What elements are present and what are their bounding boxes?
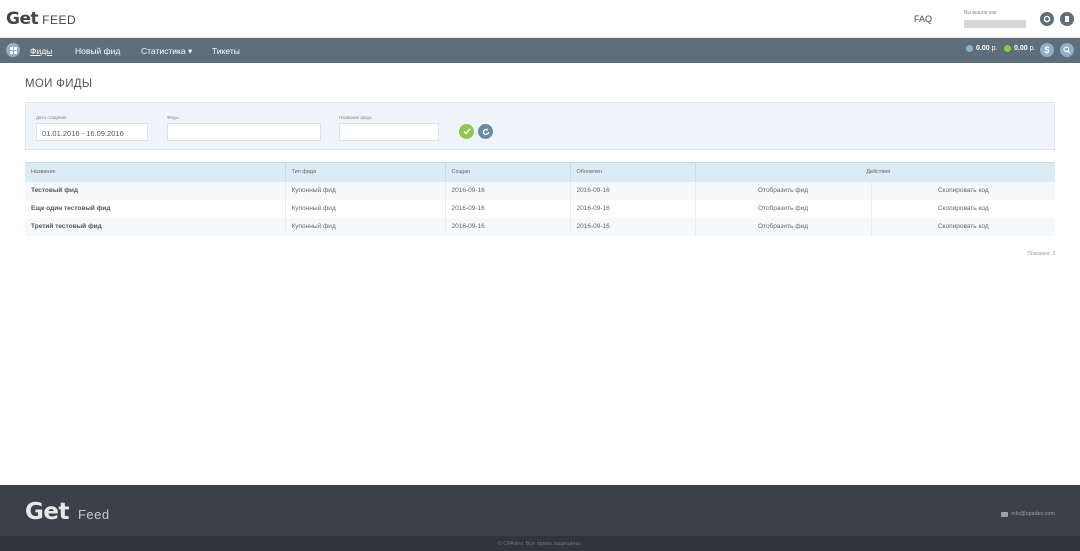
feed-updated: 2016-09-16 — [570, 217, 696, 236]
nav-item-statistics[interactable]: Статистика ▾ — [141, 46, 192, 57]
feed-type: Купонный фид — [285, 199, 446, 218]
feed-type: Купонный фид — [285, 217, 446, 236]
logo-feed-text: FEED — [42, 13, 77, 27]
refresh-icon — [482, 127, 489, 135]
coin-icon — [966, 45, 973, 52]
feeds-table: Название Тип фида Создан Обновлен Действ… — [25, 162, 1055, 236]
reset-filter-button[interactable] — [478, 124, 493, 139]
footer-email[interactable]: info@cpadev.com — [1001, 511, 1055, 517]
show-feed-link[interactable]: Отобразить фид — [758, 205, 808, 212]
apply-filter-button[interactable] — [459, 124, 474, 139]
feeds-filter: Фиды — [167, 115, 321, 141]
faq-link[interactable]: FAQ — [914, 14, 932, 24]
balance-blue: 0.00 р. — [966, 45, 997, 52]
show-feed-cell: Отобразить фид — [695, 217, 872, 236]
feed-name: Третий тестовый фид — [25, 217, 286, 236]
show-feed-cell: Отобразить фид — [695, 181, 872, 200]
page-title: МОИ ФИДЫ — [25, 78, 93, 90]
copy-code-cell: Скопировать код — [871, 217, 1055, 236]
table-header-row: Название Тип фида Создан Обновлен Действ… — [25, 162, 1055, 182]
balance-value: 0.00 — [976, 45, 990, 52]
gear-icon — [1043, 15, 1051, 23]
feed-name-input[interactable] — [339, 123, 439, 141]
settings-button[interactable] — [1040, 12, 1054, 26]
copy-code-cell: Скопировать код — [871, 200, 1055, 218]
user-box[interactable]: Вы вошли как — [964, 10, 1028, 28]
dollar-icon: $ — [1044, 45, 1050, 55]
table-row: Тестовый фид Купонный фид 2016-09-16 201… — [25, 181, 1055, 200]
footer: Get Feed info@cpadev.com — [0, 485, 1080, 536]
balance-green: 0.00 р. — [1004, 45, 1035, 52]
check-icon — [462, 128, 471, 135]
filter-panel: Дата создания 01.01.2016 - 16.09.2016 Фи… — [25, 102, 1055, 150]
name-filter-label: Название фида — [339, 115, 372, 120]
mail-icon — [1001, 511, 1009, 517]
door-icon — [1065, 16, 1069, 22]
col-updated[interactable]: Обновлен — [570, 162, 696, 182]
feed-created: 2016-09-16 — [445, 181, 571, 200]
feeds-filter-label: Фиды — [167, 115, 179, 120]
footer-logo-get: Get — [25, 499, 69, 525]
top-header: Get FEED FAQ Вы вошли как — [0, 0, 1080, 38]
search-button[interactable] — [1060, 43, 1074, 57]
feed-type: Купонный фид — [285, 181, 446, 200]
logo[interactable]: Get FEED — [6, 9, 76, 29]
logout-button[interactable] — [1060, 12, 1074, 26]
feed-created: 2016-09-16 — [445, 217, 571, 236]
search-icon — [1063, 46, 1071, 54]
user-label: Вы вошли как — [964, 10, 997, 16]
footer-logo[interactable]: Get Feed — [25, 499, 110, 525]
apps-menu-button[interactable] — [6, 43, 20, 57]
logo-get-text: Get — [6, 9, 39, 29]
show-feed-cell: Отобразить фид — [695, 199, 872, 218]
col-created[interactable]: Создан — [445, 162, 571, 182]
footer-logo-feed: Feed — [77, 507, 110, 522]
feed-updated: 2016-09-16 — [570, 181, 696, 200]
coin-icon — [1004, 45, 1011, 52]
nav-item-new-feed[interactable]: Новый фид — [75, 46, 120, 56]
feed-created: 2016-09-16 — [445, 199, 571, 218]
copy-code-link[interactable]: Скопировать код — [938, 223, 989, 230]
nav-item-feeds[interactable]: Фиды — [30, 46, 52, 56]
balance-unit: р. — [991, 45, 998, 52]
feed-name: Тестовый фид — [25, 181, 286, 200]
grid-icon — [9, 46, 17, 54]
add-funds-button[interactable]: $ — [1040, 43, 1054, 57]
col-type[interactable]: Тип фида — [285, 162, 446, 182]
name-filter: Название фида — [339, 115, 439, 141]
rows-shown-count: Показано: 3 — [1027, 251, 1055, 257]
main-navbar: Фиды Новый фид Статистика ▾ Тикеты 0.00 … — [0, 38, 1080, 63]
user-name-placeholder — [964, 20, 1026, 28]
col-actions: Действия — [695, 162, 1055, 182]
feed-updated: 2016-09-16 — [570, 199, 696, 218]
nav-item-tickets[interactable]: Тикеты — [212, 46, 240, 56]
table-row: Третий тестовый фид Купонный фид 2016-09… — [25, 217, 1055, 236]
show-feed-link[interactable]: Отобразить фид — [758, 187, 808, 194]
date-filter-label: Дата создания — [36, 115, 67, 120]
show-feed-link[interactable]: Отобразить фид — [758, 223, 808, 230]
feed-name: Еще один тестовый фид — [25, 199, 286, 218]
col-name[interactable]: Название — [25, 162, 286, 182]
footer-email-text: info@cpadev.com — [1011, 511, 1055, 517]
feeds-select[interactable] — [167, 123, 321, 141]
copy-code-cell: Скопировать код — [871, 181, 1055, 200]
date-range-input[interactable]: 01.01.2016 - 16.09.2016 — [36, 123, 148, 141]
table-row: Еще один тестовый фид Купонный фид 2016-… — [25, 199, 1055, 218]
balance-unit: р. — [1029, 45, 1036, 52]
date-filter: Дата создания 01.01.2016 - 16.09.2016 — [36, 115, 148, 141]
copyright: © CPAdev. Все права защищены. — [0, 536, 1080, 551]
copy-code-link[interactable]: Скопировать код — [938, 187, 989, 194]
copy-code-link[interactable]: Скопировать код — [938, 205, 989, 212]
balance-value: 0.00 — [1014, 45, 1028, 52]
